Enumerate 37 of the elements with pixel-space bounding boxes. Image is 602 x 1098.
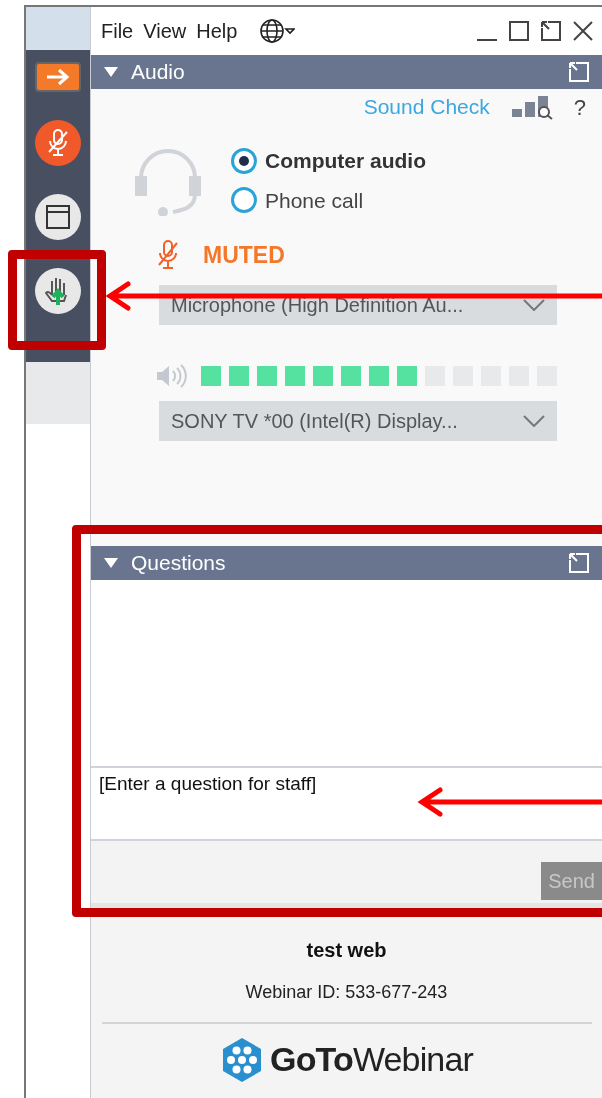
sidebar-header bbox=[26, 7, 90, 50]
menu-item[interactable]: File bbox=[101, 16, 134, 46]
webinar-id: Webinar ID: 533-677-243 bbox=[245, 981, 448, 1004]
muted-status: MUTED bbox=[203, 241, 285, 270]
window-button[interactable] bbox=[35, 194, 81, 240]
questions-panel-header[interactable]: Questions bbox=[91, 546, 602, 580]
speaker-dropdown[interactable]: SONY TV *00 (Intel(R) Display... bbox=[159, 400, 557, 441]
question-input[interactable]: [Enter a question for staff] bbox=[91, 768, 602, 841]
microphone-muted-icon bbox=[157, 239, 179, 272]
language-menu[interactable] bbox=[259, 18, 296, 44]
window-icon bbox=[45, 204, 71, 230]
microphone-muted-icon bbox=[46, 128, 70, 158]
audio-panel-header[interactable]: Audio bbox=[91, 55, 602, 89]
radio-button[interactable] bbox=[231, 187, 257, 214]
speaker-icon bbox=[155, 362, 187, 389]
collapse-icon bbox=[103, 557, 119, 569]
sidebar-footer bbox=[26, 362, 90, 424]
chevron-down-icon bbox=[523, 298, 545, 311]
radio-option[interactable]: Phone call bbox=[231, 184, 426, 216]
radio-button[interactable] bbox=[231, 147, 257, 174]
arrow-button[interactable] bbox=[35, 62, 81, 92]
radio-option[interactable]: Computer audio bbox=[231, 145, 426, 177]
arrow-right-icon bbox=[45, 68, 71, 86]
signal-search-icon[interactable] bbox=[509, 94, 554, 120]
collapse-icon bbox=[103, 66, 119, 78]
chevron-down-icon bbox=[523, 414, 545, 427]
microphone-muted-button[interactable] bbox=[35, 120, 81, 166]
raise-hand-button[interactable] bbox=[35, 268, 81, 314]
globe-icon bbox=[259, 18, 296, 44]
menu-item[interactable]: Help bbox=[196, 16, 238, 46]
webinar-title: test web bbox=[306, 938, 387, 963]
maximize-icon[interactable] bbox=[508, 20, 530, 42]
undock-icon[interactable] bbox=[540, 20, 562, 42]
close-icon[interactable] bbox=[572, 20, 594, 42]
menu-item[interactable]: View bbox=[143, 16, 187, 46]
help-button[interactable]: ? bbox=[573, 90, 586, 124]
gotowebinar-logo: GoToWebinar bbox=[270, 1039, 473, 1080]
